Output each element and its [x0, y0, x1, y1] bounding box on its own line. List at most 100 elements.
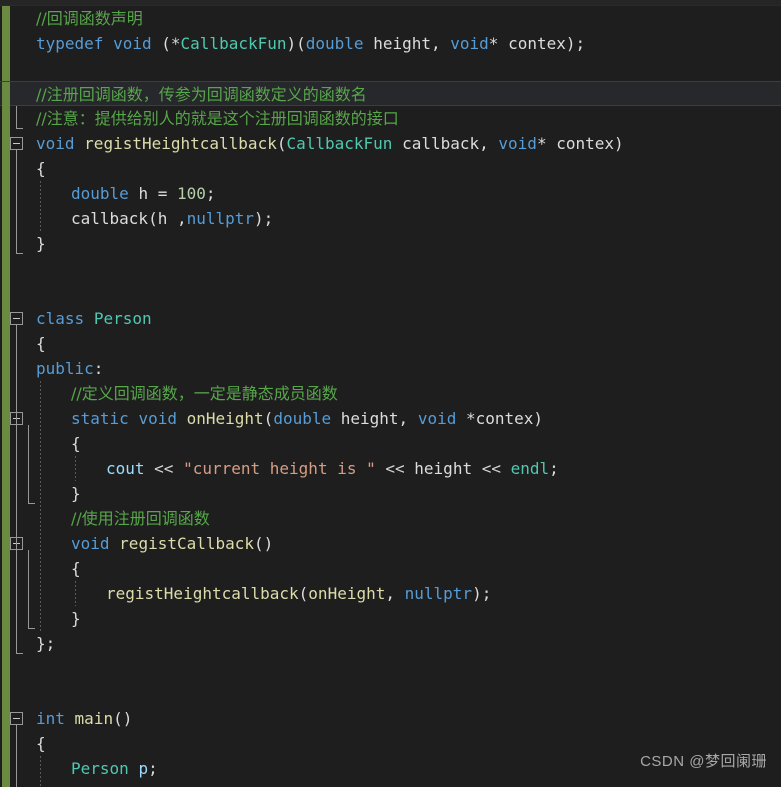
- code-line[interactable]: registHeightcallback(onHeight, nullptr);: [0, 581, 781, 606]
- code-line-text: public:: [36, 356, 103, 381]
- code-token: {: [71, 559, 81, 578]
- code-token: main: [74, 709, 114, 728]
- change-bar: [2, 506, 10, 531]
- code-token: ,: [431, 34, 451, 53]
- code-token: nullptr: [404, 584, 473, 603]
- code-line-text: //注意：提供给别人的就是这个注册回调函数的接口: [36, 106, 399, 131]
- code-line[interactable]: //使用注册回调函数: [0, 506, 781, 531]
- code-line-text: {: [71, 431, 81, 456]
- code-token: <<: [385, 459, 405, 478]
- code-token: registCallback: [119, 534, 255, 553]
- code-line-text: {: [36, 156, 46, 181]
- change-bar: [2, 731, 10, 756]
- code-line-text: //回调函数声明: [36, 6, 143, 31]
- code-line-text: cout << "current height is " << height <…: [106, 456, 559, 481]
- code-line[interactable]: [0, 256, 781, 281]
- code-token: }: [71, 484, 81, 503]
- code-line[interactable]: double h = 100;: [0, 181, 781, 206]
- code-line[interactable]: {: [0, 731, 781, 756]
- code-line[interactable]: [0, 656, 781, 681]
- code-line[interactable]: //注意：提供给别人的就是这个注册回调函数的接口: [0, 106, 781, 131]
- code-token: //使用注册回调函数: [71, 509, 210, 528]
- code-token: void: [417, 409, 457, 428]
- code-token: ,: [398, 409, 418, 428]
- code-line[interactable]: {: [0, 331, 781, 356]
- code-token: contex: [556, 134, 614, 153]
- code-token: cout: [106, 459, 145, 478]
- change-bar: [2, 531, 10, 556]
- code-line[interactable]: }: [0, 606, 781, 631]
- code-line-text: void registHeightcallback(CallbackFun ca…: [36, 131, 624, 156]
- change-bar: [2, 706, 10, 731]
- change-bar: [2, 556, 10, 581]
- change-bar: [2, 581, 10, 606]
- code-line[interactable]: }: [0, 231, 781, 256]
- code-line-text: //注册回调函数，传参为回调函数定义的函数名: [36, 82, 367, 107]
- code-line[interactable]: };: [0, 631, 781, 656]
- change-bar: [2, 681, 10, 706]
- code-line[interactable]: }: [0, 481, 781, 506]
- code-token: <<: [154, 459, 174, 478]
- code-line[interactable]: {: [0, 156, 781, 181]
- code-line[interactable]: //回调函数声明: [0, 6, 781, 31]
- code-token: typedef: [36, 34, 104, 53]
- code-line[interactable]: callback(h ,nullptr);: [0, 206, 781, 231]
- code-line[interactable]: cout << "current height is " << height <…: [0, 456, 781, 481]
- code-line[interactable]: [0, 56, 781, 81]
- code-token: contex: [508, 34, 566, 53]
- code-token: 100: [176, 184, 206, 203]
- code-line-text: double h = 100;: [71, 181, 216, 206]
- code-line-text: typedef void (*CallbackFun)(double heigh…: [36, 31, 585, 56]
- code-line[interactable]: int main(): [0, 706, 781, 731]
- code-line[interactable]: static void onHeight(double height, void…: [0, 406, 781, 431]
- code-line[interactable]: p.registCallback();: [0, 781, 781, 787]
- change-bar: [2, 406, 10, 431]
- code-token: {: [71, 434, 81, 453]
- code-editor[interactable]: //回调函数声明 typedef void (*CallbackFun)(doub…: [0, 0, 781, 787]
- code-line[interactable]: //注册回调函数，传参为回调函数定义的函数名: [0, 81, 781, 107]
- code-token: );: [472, 584, 492, 603]
- code-token: *: [456, 409, 476, 428]
- code-line-text: int main(): [36, 706, 132, 731]
- code-token: contex: [475, 409, 534, 428]
- code-token: ,: [167, 209, 187, 228]
- code-line[interactable]: void registHeightcallback(CallbackFun ca…: [0, 131, 781, 156]
- change-bar: [2, 431, 10, 456]
- code-line[interactable]: void registCallback(): [0, 531, 781, 556]
- code-token: }: [36, 234, 46, 253]
- code-token: Person: [93, 309, 152, 328]
- code-line-text: //使用注册回调函数: [71, 506, 210, 531]
- code-token: callback: [71, 209, 149, 228]
- code-token: registHeightcallback: [106, 584, 299, 603]
- code-line[interactable]: public:: [0, 356, 781, 381]
- code-token: (: [161, 34, 171, 53]
- change-bar: [2, 82, 10, 107]
- code-token: height: [414, 459, 473, 478]
- code-token: void: [498, 134, 537, 153]
- code-line[interactable]: typedef void (*CallbackFun)(double heigh…: [0, 31, 781, 56]
- code-line[interactable]: [0, 281, 781, 306]
- change-bar: [2, 656, 10, 681]
- code-line[interactable]: Person p;: [0, 756, 781, 781]
- code-line[interactable]: [0, 681, 781, 706]
- code-line[interactable]: //定义回调函数，一定是静态成员函数: [0, 381, 781, 406]
- code-line-text: {: [36, 331, 46, 356]
- code-token: ;: [549, 459, 559, 478]
- code-token: void: [36, 134, 75, 153]
- code-line[interactable]: {: [0, 431, 781, 456]
- change-bar: [2, 6, 10, 31]
- code-token: (): [113, 709, 133, 728]
- code-line-text: };: [36, 631, 55, 656]
- code-line[interactable]: {: [0, 556, 781, 581]
- code-line[interactable]: class Person: [0, 306, 781, 331]
